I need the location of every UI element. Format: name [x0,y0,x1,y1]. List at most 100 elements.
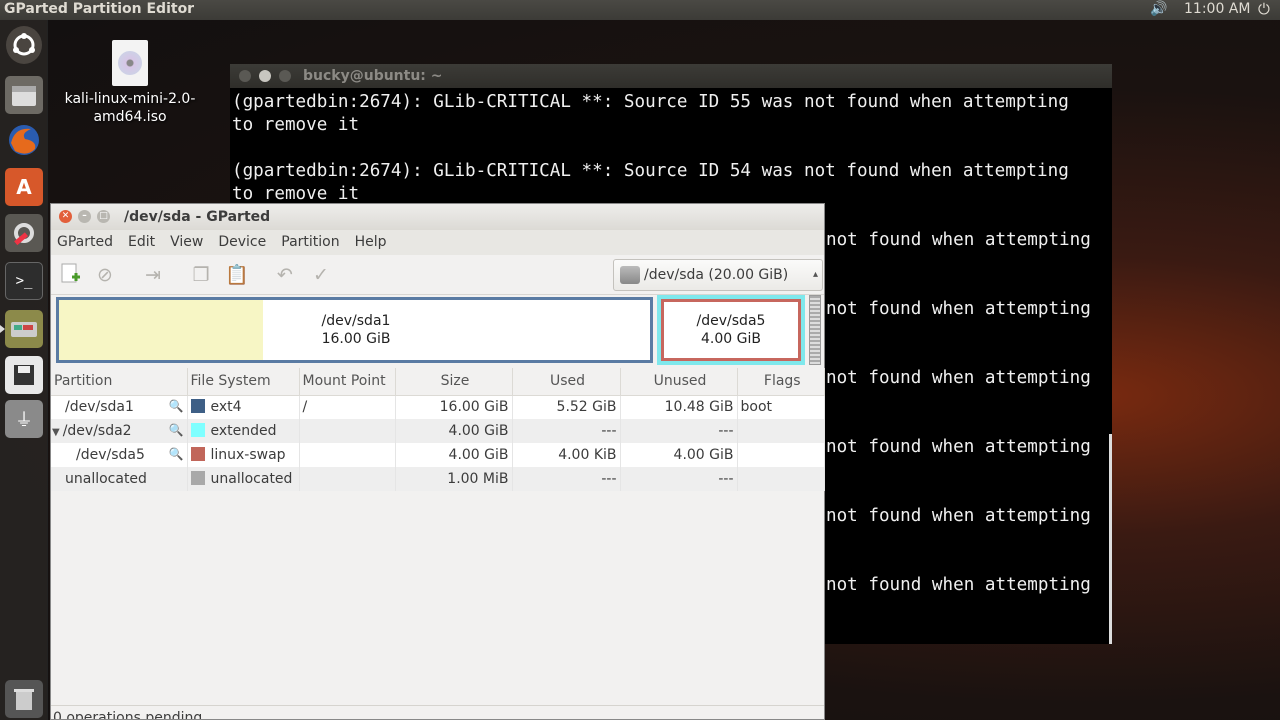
software-center-icon[interactable]: A [5,168,43,206]
dash-icon[interactable] [6,26,42,64]
filesystem: extended [210,423,277,439]
mount-point: / [299,395,396,419]
column-header-size[interactable]: Size [395,368,513,396]
terminal-scrollbar[interactable] [1109,434,1112,644]
gparted-icon[interactable] [0,310,43,348]
new-partition-icon[interactable] [59,263,83,287]
partition-block-sda1[interactable]: /dev/sda1 16.00 GiB [56,297,653,363]
device-selector[interactable]: /dev/sda (20.00 GiB) ▴ [613,259,823,291]
settings-icon[interactable] [5,214,43,252]
table-row[interactable]: /dev/sda1 🔍 ext4 / 16.00 GiB 5.52 GiB 10.… [51,395,825,419]
used: 4.00 KiB [512,443,621,467]
terminal-line: (gpartedbin:2674): GLib-CRITICAL **: Sou… [232,92,1069,112]
clock[interactable]: 11:00 AM [1184,1,1250,17]
pending-operations: 0 operations pending [53,710,203,719]
terminal-titlebar: bucky@ubuntu: ~ [230,64,1112,88]
partition-name: /dev/sda1 [65,399,134,416]
flags [737,443,825,467]
partition-name: /dev/sda2 [62,423,132,439]
disc-image-icon [112,40,148,86]
mount-point [299,467,396,491]
firefox-icon[interactable] [5,121,43,159]
column-header-partition[interactable]: Partition [51,368,188,396]
mount-point [299,419,396,443]
column-header-flags[interactable]: Flags [737,368,825,396]
flags: boot [737,395,825,419]
unallocated-block[interactable] [809,295,821,365]
magnifier-icon: 🔍 [168,423,184,437]
column-header-used[interactable]: Used [512,368,621,396]
expander-icon[interactable]: ▼ [52,427,60,438]
table-row[interactable]: unallocated unallocated 1.00 MiB --- --- [51,467,825,491]
apply-icon[interactable]: ✓ [309,263,333,287]
partition-table: Partition File System Mount Point Size U… [51,368,825,491]
magnifier-icon: 🔍 [168,447,184,461]
terminal-icon[interactable]: >_ [5,262,43,300]
files-icon[interactable] [5,76,43,114]
partition-name: unallocated [65,471,147,487]
flags [737,467,825,491]
menu-partition[interactable]: Partition [281,230,339,255]
copy-icon[interactable]: ❐ [189,263,213,287]
device-selector-label: /dev/sda (20.00 GiB) [644,267,789,283]
gparted-window: ✕ – □ /dev/sda - GParted GParted Edit Vi… [50,203,825,720]
trash-icon[interactable] [5,680,43,718]
minimize-icon[interactable] [259,70,271,82]
flags [737,419,825,443]
menu-help[interactable]: Help [355,230,387,255]
size: 4.00 GiB [395,443,513,467]
partition-block-sda5-selected[interactable]: /dev/sda5 4.00 GiB [657,295,805,365]
column-header-unused[interactable]: Unused [620,368,738,396]
power-icon[interactable]: ⏻ [1258,0,1270,18]
fs-color-swatch [190,447,205,461]
menu-device[interactable]: Device [218,230,266,255]
usb-drive-icon[interactable]: ⏚ [5,400,43,438]
maximize-icon[interactable] [279,70,291,82]
terminal-line: to remove it [232,115,360,135]
menubar: GParted Edit View Device Partition Help [51,230,824,255]
filesystem: unallocated [210,471,293,487]
desktop-icon-label: kali-linux-mini-2.0-amd64.iso [64,91,196,125]
unused: --- [620,467,738,491]
menu-gparted[interactable]: GParted [57,230,113,255]
used: --- [512,467,621,491]
column-header-mount-point[interactable]: Mount Point [299,368,396,396]
partition-block-label: /dev/sda1 16.00 GiB [321,313,391,347]
gparted-title: /dev/sda - GParted [124,209,271,225]
magnifier-icon: 🔍 [168,399,184,414]
volume-icon[interactable]: 🔊 [1150,1,1167,17]
menu-view[interactable]: View [170,230,203,255]
resize-move-icon[interactable]: ⇥ [141,263,165,287]
status-bar: 0 operations pending [51,705,824,719]
partition-name: /dev/sda5 [76,447,145,463]
table-row[interactable]: ▼/dev/sda2 🔍 extended 4.00 GiB --- --- [51,419,825,443]
minimize-icon[interactable]: – [78,210,91,223]
top-panel: GParted Partition Editor 🔊 11:00 AM ⏻ [0,0,1280,20]
desktop-iso-file[interactable]: kali-linux-mini-2.0-amd64.iso [60,40,200,126]
partition-block-label: /dev/sda5 4.00 GiB [696,313,766,347]
launcher: A >_ ⏚ [0,20,48,720]
filesystem: linux-swap [210,447,286,463]
close-icon[interactable]: ✕ [59,210,72,223]
menu-edit[interactable]: Edit [128,230,155,255]
fs-color-swatch [190,471,205,485]
undo-icon[interactable]: ↶ [273,263,297,287]
fs-color-swatch [190,399,205,414]
delete-icon[interactable]: ⊘ [93,263,117,287]
size: 1.00 MiB [395,467,513,491]
column-header-filesystem[interactable]: File System [187,368,300,396]
disk-map: /dev/sda1 16.00 GiB /dev/sda5 4.00 GiB [51,295,824,368]
gparted-titlebar: ✕ – □ /dev/sda - GParted [51,204,824,230]
save-icon[interactable] [5,356,43,394]
mount-point [299,443,396,467]
toolbar: ⊘ ⇥ ❐ 📋 ↶ ✓ /dev/sda (20.00 GiB) ▴ [51,255,824,295]
table-row[interactable]: /dev/sda5 🔍 linux-swap 4.00 GiB 4.00 KiB … [51,443,825,467]
hard-disk-icon [620,266,640,284]
spin-arrows-icon: ▴ [812,269,818,280]
used: 5.52 GiB [512,395,621,419]
close-icon[interactable] [239,70,251,82]
paste-icon[interactable]: 📋 [225,263,249,287]
maximize-icon[interactable]: □ [97,210,110,223]
unused: --- [620,419,738,443]
